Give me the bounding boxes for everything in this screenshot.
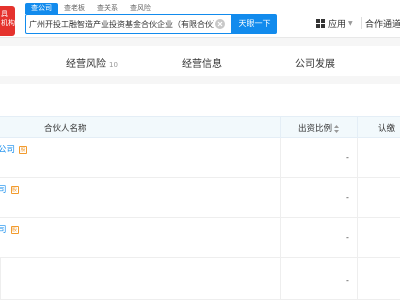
tab-company-development-label: 公司发展: [295, 59, 335, 70]
nav-divider: [361, 17, 362, 29]
column-divider: [280, 178, 281, 217]
shareholder-tag-icon: 股: [19, 145, 28, 154]
module-tabs: 经营风险 10 经营信息 公司发展: [0, 46, 400, 76]
ratio-value: -: [346, 193, 349, 202]
brand-logo[interactable]: 具 机构: [0, 6, 15, 36]
column-divider: [280, 218, 281, 257]
col-subscribed: 认缴: [378, 124, 396, 134]
section-spacer: [0, 76, 400, 84]
ratio-value: -: [346, 153, 349, 162]
partner-name-text: 公司: [0, 145, 16, 155]
logo-text-line1: 具: [1, 10, 8, 18]
tab-search-risk[interactable]: 查风险: [124, 3, 157, 14]
table-row: -: [0, 258, 400, 300]
col-partner-name: 合伙人名称: [44, 124, 87, 134]
col-ratio[interactable]: 出资比例: [298, 122, 340, 134]
partners-table-header: 合伙人名称 出资比例 认缴: [0, 116, 400, 139]
column-divider: [357, 138, 358, 177]
tab-business-info[interactable]: 经营信息: [182, 55, 222, 70]
tab-search-relation[interactable]: 查关系: [91, 3, 124, 14]
top-header: 具 机构 查公司 查老板 查关系 查风险 天眼一下 应用 ▼ 合作通道: [0, 0, 400, 38]
shareholder-tag-icon: 股: [10, 185, 19, 194]
nav-partner-link[interactable]: 合作通道: [365, 17, 400, 30]
column-divider: [280, 258, 281, 299]
tab-business-risk-count: 10: [109, 61, 118, 69]
search-type-tabs: 查公司 查老板 查关系 查风险: [25, 3, 157, 14]
search-button[interactable]: 天眼一下: [232, 14, 277, 34]
grid-icon: [316, 19, 325, 28]
tab-company-development[interactable]: 公司发展: [295, 55, 335, 70]
col-ratio-label: 出资比例: [298, 124, 333, 134]
partner-name-link[interactable]: 司股: [0, 183, 19, 195]
search-input[interactable]: [29, 15, 214, 33]
table-row: 司股 -: [0, 178, 400, 218]
nav-app-menu[interactable]: 应用 ▼: [316, 17, 353, 30]
partner-name-text: 司: [0, 185, 7, 195]
partner-name-link[interactable]: 公司股: [0, 143, 28, 155]
shareholder-tag-icon: 股: [10, 225, 19, 234]
column-divider: [357, 178, 358, 217]
partner-name-text: 司: [0, 225, 7, 235]
column-divider: [357, 258, 358, 299]
section-spacer: [0, 38, 400, 46]
tab-business-info-label: 经营信息: [182, 59, 222, 70]
table-row: 公司股 -: [0, 138, 400, 178]
ratio-value: -: [346, 276, 349, 285]
ratio-value: -: [346, 233, 349, 242]
tab-business-risk-label: 经营风险: [66, 59, 106, 70]
column-divider: [357, 117, 358, 139]
clear-icon[interactable]: [215, 19, 225, 29]
tab-business-risk[interactable]: 经营风险 10: [66, 55, 118, 70]
column-divider: [280, 117, 281, 139]
tab-search-boss[interactable]: 查老板: [58, 3, 91, 14]
logo-text-line2: 机构: [1, 19, 15, 27]
nav-app-label: 应用: [328, 20, 347, 30]
sort-icon[interactable]: [334, 124, 340, 133]
partner-name-link[interactable]: 司股: [0, 223, 19, 235]
row-border: [0, 258, 1, 299]
chevron-down-icon: ▼: [348, 20, 353, 27]
search-box: [25, 14, 232, 34]
table-row: 司股 -: [0, 218, 400, 258]
column-divider: [280, 138, 281, 177]
column-divider: [357, 218, 358, 257]
tab-search-company[interactable]: 查公司: [25, 3, 58, 14]
